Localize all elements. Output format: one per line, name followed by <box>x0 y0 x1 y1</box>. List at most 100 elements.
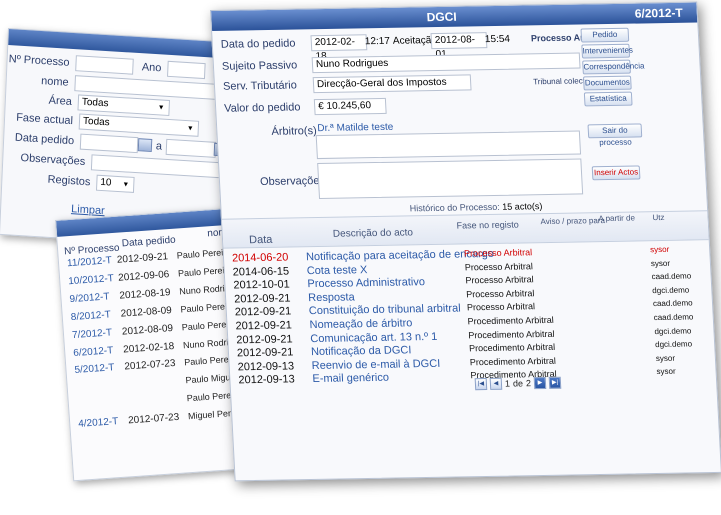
table-row-desc[interactable]: Reenvio de e-mail à DGCI <box>311 358 440 372</box>
processo-input[interactable] <box>75 55 134 75</box>
fase-select[interactable]: Todas <box>78 113 200 137</box>
label-registos: Registos <box>47 173 91 189</box>
list-item-data: 2012-07-23 <box>127 411 180 427</box>
prev-page-icon[interactable]: ◀ <box>489 377 503 390</box>
next-page-icon[interactable]: ▶ <box>533 376 547 390</box>
table-row-fase: Processo Arbitral <box>463 247 533 259</box>
btn-inserir-actos[interactable]: Inserir Actos <box>591 165 641 181</box>
list-item-data: 2012-08-09 <box>121 322 174 338</box>
label-data-pedido: Data do pedido <box>220 37 296 51</box>
table-row-date: 2012-09-21 <box>236 346 294 360</box>
data-aceitacao-field[interactable]: 2012-08-01 <box>430 32 488 60</box>
label-nome: nome <box>40 75 69 89</box>
table-row-date: 2014-06-15 <box>232 265 290 279</box>
label-valor: Valor do pedido <box>223 101 301 115</box>
list-item-data: 2012-09-06 <box>117 269 170 284</box>
table-row-fase: Procedimento Arbitral <box>469 355 557 368</box>
list-item-processo[interactable]: 6/2012-T <box>73 345 114 359</box>
th-apartir: A partir de <box>598 213 636 224</box>
limpar-link[interactable]: Limpar <box>71 203 105 217</box>
table-row-utz: sysor <box>650 258 671 268</box>
col-data: Data pedido <box>121 234 177 250</box>
historico-label: Histórico do Processo: <box>409 201 501 214</box>
table-row-date: 2012-09-21 <box>233 292 291 306</box>
table-row-fase: Procedimento Arbitral <box>468 328 555 340</box>
page-total: 2 <box>525 378 532 389</box>
table-row-utz: dgci.demo <box>654 339 693 350</box>
th-aviso: Aviso / prazo para <box>540 216 606 227</box>
list-item-processo[interactable]: 10/2012-T <box>68 273 114 287</box>
area-select[interactable]: Todas <box>77 94 171 117</box>
table-row-date: 2012-10-01 <box>233 278 291 292</box>
list-item-processo[interactable]: 8/2012-T <box>70 309 111 323</box>
data-from-input[interactable] <box>79 133 139 154</box>
label-ano: Ano <box>141 61 162 75</box>
valor-field[interactable]: € 10.245,60 <box>313 97 387 116</box>
table-row-fase: Processo Arbitral <box>465 288 535 300</box>
label-obs: Observações <box>20 151 86 168</box>
last-page-icon[interactable]: ▶| <box>548 376 562 389</box>
table-row-desc[interactable]: Comunicação art. 13 n.º 1 <box>310 330 438 344</box>
window-title: DGCI <box>426 9 458 25</box>
arbitro-link[interactable]: Dr.ª Matilde teste <box>317 122 394 134</box>
label-a: a <box>155 140 163 153</box>
table-row-desc[interactable]: Processo Administrativo <box>307 276 425 290</box>
list-item-data: 2012-09-21 <box>116 251 169 266</box>
calendar-icon[interactable] <box>137 138 153 152</box>
serv-field[interactable]: Direcção-Geral dos Impostos <box>312 74 472 94</box>
list-item-processo[interactable]: 4/2012-T <box>78 416 119 430</box>
table-row-date: 2012-09-21 <box>235 319 293 333</box>
table-row-date: 2012-09-13 <box>238 373 296 387</box>
table-row-fase: Processo Arbitral <box>465 274 534 286</box>
btn-sair[interactable]: Sair do processo <box>587 123 643 147</box>
data-pedido-field[interactable]: 2012-02-18 <box>310 34 368 62</box>
table-row-desc[interactable]: Constituição do tribunal arbitral <box>309 303 461 318</box>
table-row-desc[interactable]: Notificação da DGCI <box>311 345 412 359</box>
list-item-processo[interactable]: 11/2012-T <box>67 255 113 269</box>
table-row-utz: sysor <box>656 367 676 377</box>
data-to-input[interactable] <box>165 138 217 158</box>
list-item-data: 2012-08-19 <box>119 286 171 302</box>
btn-documentos[interactable]: Documentos <box>582 75 632 91</box>
table-row-utz: dgci.demo <box>654 326 692 336</box>
th-fase: Fase no registo <box>456 219 519 231</box>
label-sujeito: Sujeito Passivo <box>221 59 298 73</box>
first-page-icon[interactable]: |◀ <box>474 378 488 391</box>
table-row-utz: caad.demo <box>651 271 692 282</box>
table-row-date: 2012-09-13 <box>237 360 295 374</box>
observacoes-box[interactable] <box>317 158 584 200</box>
table-row-utz: sysor <box>649 244 670 255</box>
label-serv: Serv. Tributário <box>222 79 298 93</box>
ano-input[interactable] <box>167 60 206 80</box>
label-arbitros: Árbitro(s) <box>271 125 318 138</box>
th-descricao: Descrição do acto <box>332 227 414 240</box>
table-row-desc[interactable]: Resposta <box>308 291 355 304</box>
th-utz: Utz <box>652 212 665 223</box>
historico: Histórico do Processo: 15 acto(s) <box>409 201 542 213</box>
table-row-desc[interactable]: Cota teste X <box>306 264 367 277</box>
table-row-date: 2012-09-21 <box>235 333 293 346</box>
sujeito-field[interactable]: Nuno Rodrigues <box>311 52 581 74</box>
table-row-fase: Procedimento Arbitral <box>467 314 554 327</box>
table-row-utz: caad.demo <box>652 298 693 309</box>
registos-select[interactable]: 10 <box>95 174 135 193</box>
btn-pedido[interactable]: Pedido <box>580 27 630 43</box>
btn-correspondencia[interactable]: Correspondência <box>582 59 645 75</box>
label-processo: Nº Processo <box>8 53 70 69</box>
table-row-desc[interactable]: E-mail genérico <box>312 372 389 385</box>
label-area: Área <box>48 94 73 109</box>
list-item-processo[interactable]: 9/2012-T <box>69 291 110 305</box>
list-item-data: 2012-08-09 <box>120 304 173 320</box>
label-observacoes: Observações <box>259 174 326 189</box>
table-row-date: 2014-06-20 <box>231 251 289 265</box>
arbitros-box[interactable] <box>315 130 582 160</box>
list-item-processo[interactable]: 5/2012-T <box>74 363 115 377</box>
btn-estatistica[interactable]: Estatística <box>583 91 633 107</box>
process-id: 6/2012-T <box>634 5 684 21</box>
table-row-fase: Processo Arbitral <box>466 301 536 313</box>
list-item-processo[interactable]: 7/2012-T <box>72 327 113 341</box>
table-row-date: 2012-09-21 <box>234 305 292 319</box>
table-row-desc[interactable]: Nomeação de árbitro <box>309 317 412 331</box>
btn-intervenientes[interactable]: Intervenientes <box>581 43 633 59</box>
process-titlebar: DGCI 6/2012-T <box>211 2 698 31</box>
